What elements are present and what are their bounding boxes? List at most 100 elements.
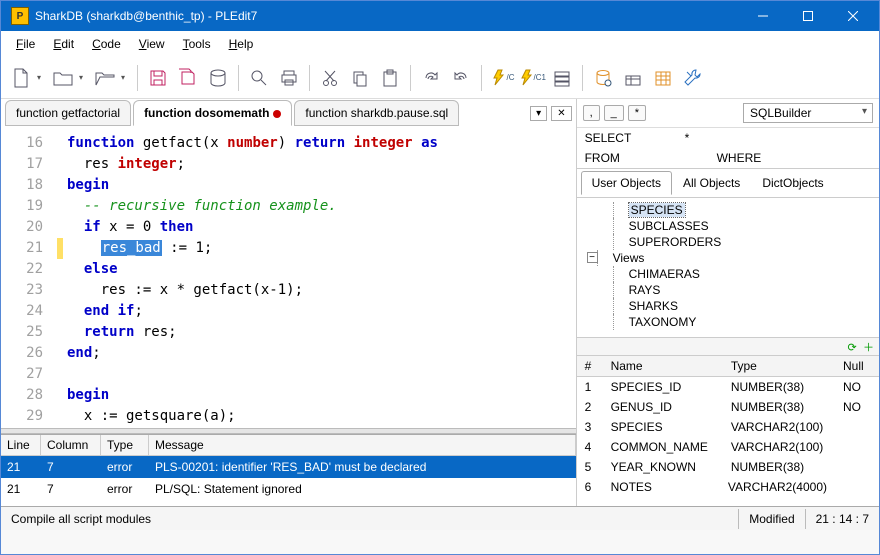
menu-file[interactable]: File [9,34,42,54]
tree-node-table[interactable]: SUPERORDERS [577,234,879,250]
column-row[interactable]: 2GENUS_IDNUMBER(38)NO [577,397,879,417]
col-header-n[interactable]: # [577,356,603,376]
gutter-line: 19 [1,196,57,217]
results-icon[interactable] [548,64,576,92]
toolbar: ▾ ▾ ▾ /C /C1 [1,57,879,99]
code-line[interactable]: return res; [63,322,177,343]
column-row[interactable]: 3SPECIESVARCHAR2(100) [577,417,879,437]
sql-select-label: SELECT [577,128,677,148]
tab-dropdown-icon[interactable]: ▾ [530,106,547,121]
col-header-null[interactable]: Null [835,356,879,376]
code-line[interactable]: begin [63,385,109,406]
menu-edit[interactable]: Edit [46,34,81,54]
save-all-icon[interactable] [174,64,202,92]
maximize-button[interactable] [785,1,830,31]
gutter-line: 16 [1,133,57,154]
code-line[interactable] [63,364,67,385]
code-line[interactable]: function getfact(x number) return intege… [63,133,438,154]
sql-builder-combo[interactable]: SQLBuilder [743,103,873,123]
sql-chip-comma[interactable]: , [583,105,600,121]
tab-all-objects[interactable]: All Objects [672,171,751,195]
editor-tab[interactable]: function sharkdb.pause.sql [294,100,459,126]
object-tree[interactable]: SPECIESSUBCLASSESSUPERORDERS−ViewsCHIMAE… [577,198,879,338]
title-bar: P SharkDB (sharkdb@benthic_tp) - PLEdit7 [1,1,879,31]
column-row[interactable]: 1SPECIES_IDNUMBER(38)NO [577,377,879,397]
gutter-line: 20 [1,217,57,238]
find-icon[interactable] [245,64,273,92]
open-file-icon[interactable] [49,64,77,92]
db-settings-icon[interactable] [589,64,617,92]
menu-code[interactable]: Code [85,34,128,54]
sql-chip-underscore[interactable]: _ [604,105,624,121]
gutter-line: 22 [1,259,57,280]
compile-one-icon[interactable]: /C1 [518,64,546,92]
open-dropdown[interactable]: ▾ [79,73,89,82]
code-line[interactable]: end; [63,343,101,364]
column-row[interactable]: 6NOTESVARCHAR2(4000) [577,477,879,497]
tools-icon[interactable] [679,64,707,92]
code-line[interactable]: begin [63,175,109,196]
code-line[interactable]: else [63,259,118,280]
redo-icon[interactable] [417,64,445,92]
menu-view[interactable]: View [132,34,172,54]
tree-node-view[interactable]: RAYS [577,282,879,298]
tree-node-view[interactable]: CHIMAERAS [577,266,879,282]
collapse-icon[interactable]: − [587,252,598,263]
open-folder-icon[interactable] [91,64,119,92]
code-line[interactable]: res := x * getfact(x-1); [63,280,303,301]
tree-node-view[interactable]: TAXONOMY [577,314,879,330]
minimize-button[interactable] [740,1,785,31]
errors-header-type[interactable]: Type [101,435,149,455]
tree-node-table[interactable]: SPECIES [577,202,879,218]
tab-user-objects[interactable]: User Objects [581,171,672,195]
undo-icon[interactable] [447,64,475,92]
tree-reload-icon[interactable]: ⟳ [846,341,859,354]
tree-node-table[interactable]: SUBCLASSES [577,218,879,234]
compile-icon[interactable]: /C [488,64,516,92]
errors-header-line[interactable]: Line [1,435,41,455]
errors-header-col[interactable]: Column [41,435,101,455]
gutter-line: 18 [1,175,57,196]
open-folder-dropdown[interactable]: ▾ [121,73,131,82]
code-line[interactable]: -- recursive function example. [63,196,337,217]
tree-node-views[interactable]: −Views [577,250,879,266]
editor-tab[interactable]: function dosomemath [133,100,292,126]
code-line[interactable]: res integer; [63,154,185,175]
paste-icon[interactable] [376,64,404,92]
code-line[interactable]: if x = 0 then [63,217,193,238]
column-row[interactable]: 5YEAR_KNOWNNUMBER(38) [577,457,879,477]
column-row[interactable]: 4COMMON_NAMEVARCHAR2(100) [577,437,879,457]
code-line[interactable]: end if; [63,301,143,322]
print-icon[interactable] [275,64,303,92]
sql-chip-star[interactable]: * [628,105,646,121]
errors-header-msg[interactable]: Message [149,435,576,455]
copy-icon[interactable] [346,64,374,92]
col-header-name[interactable]: Name [603,356,723,376]
close-button[interactable] [830,1,875,31]
editor-tab[interactable]: function getfactorial [5,100,131,126]
error-row[interactable]: 217errorPLS-00201: identifier 'RES_BAD' … [1,456,576,478]
menu-bar: File Edit Code View Tools Help [1,31,879,57]
sql-builder-grid[interactable]: SELECT * FROM WHERE [577,128,879,169]
tree-footer: ⟳ ＋ [577,338,879,356]
table-icon[interactable] [649,64,677,92]
code-line[interactable]: res_bad := 1; [63,238,212,259]
new-dropdown[interactable]: ▾ [37,73,47,82]
code-line[interactable]: x := getsquare(a); [63,406,236,427]
columns-grid[interactable]: # Name Type Null 1SPECIES_IDNUMBER(38)NO… [577,356,879,506]
col-header-type[interactable]: Type [723,356,835,376]
menu-help[interactable]: Help [222,34,261,54]
new-file-icon[interactable] [7,64,35,92]
error-row[interactable]: 217errorPL/SQL: Statement ignored [1,478,576,500]
tab-close-icon[interactable]: ✕ [551,106,571,121]
tree-node-view[interactable]: SHARKS [577,298,879,314]
execute-db-icon[interactable] [204,64,232,92]
tree-add-icon[interactable]: ＋ [862,339,875,352]
sql-select-value[interactable]: * [677,128,879,148]
save-icon[interactable] [144,64,172,92]
menu-tools[interactable]: Tools [176,34,218,54]
tab-dict-objects[interactable]: DictObjects [751,171,834,195]
cut-icon[interactable] [316,64,344,92]
schema-icon[interactable] [619,64,647,92]
code-editor[interactable]: 16 function getfact(x number) return inte… [1,127,576,428]
